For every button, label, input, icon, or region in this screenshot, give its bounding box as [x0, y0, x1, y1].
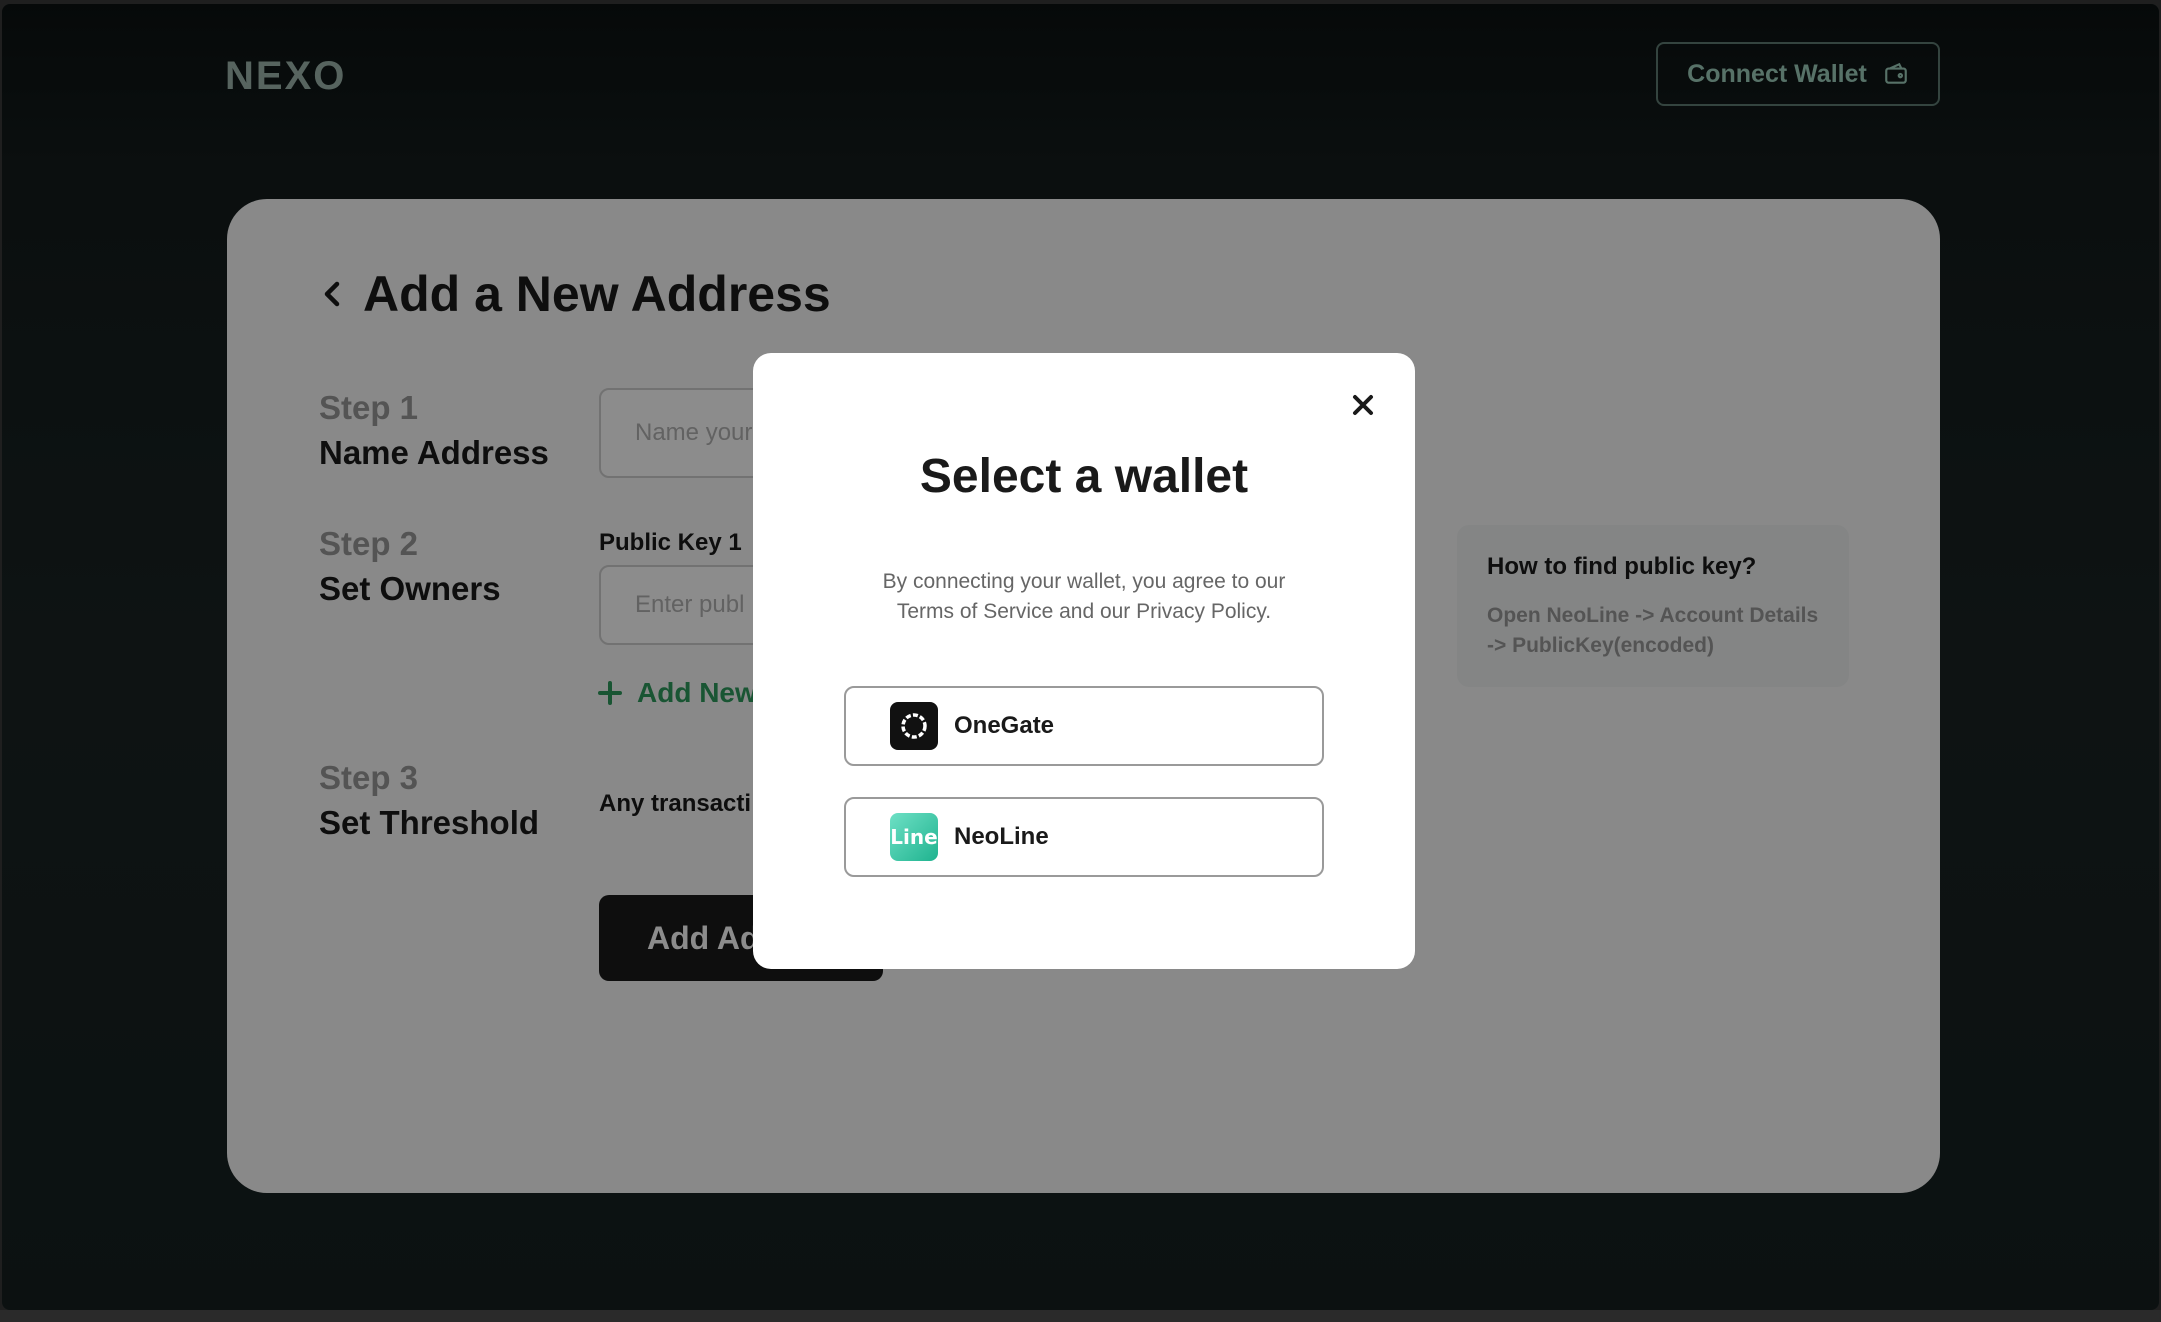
bottom-strip — [0, 1310, 2161, 1322]
close-icon — [1353, 395, 1373, 415]
onegate-icon — [890, 702, 938, 750]
modal-subtitle: By connecting your wallet, you agree to … — [849, 567, 1319, 627]
modal-subtitle-line1: By connecting your wallet, you agree to … — [882, 570, 1286, 593]
neoline-icon: Line — [890, 813, 938, 861]
close-button[interactable] — [1347, 389, 1379, 421]
wallet-option-neoline[interactable]: Line NeoLine — [844, 797, 1324, 877]
neoline-icon-text: Line — [890, 825, 938, 849]
app-window: NEXO Connect Wallet Add a New Address St… — [2, 4, 2159, 1310]
onegate-label: OneGate — [954, 712, 1055, 739]
select-wallet-modal: Select a wallet By connecting your walle… — [753, 353, 1415, 969]
modal-title: Select a wallet — [919, 450, 1249, 503]
modal-subtitle-line2: Terms of Service and our Privacy Policy. — [896, 600, 1272, 623]
wallet-option-onegate[interactable]: OneGate — [844, 686, 1324, 766]
neoline-label: NeoLine — [954, 823, 1049, 850]
